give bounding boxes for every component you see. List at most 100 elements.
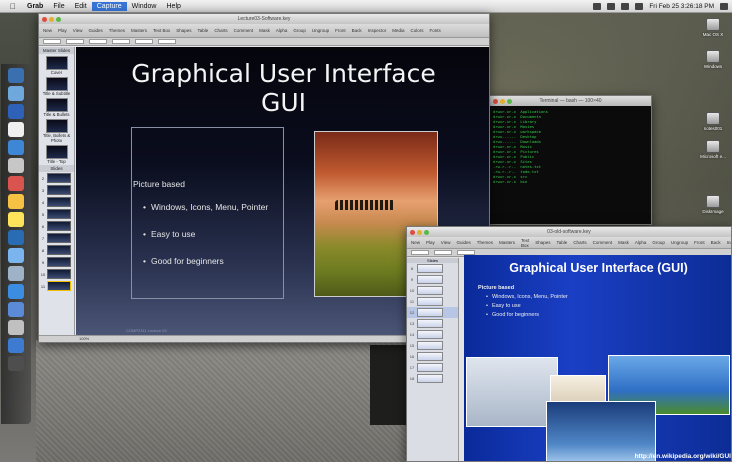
- dock-app-icon[interactable]: [8, 194, 24, 209]
- toolbar-button[interactable]: Mask: [259, 28, 270, 33]
- font-select[interactable]: [411, 250, 429, 255]
- dock-app-icon[interactable]: [8, 338, 24, 353]
- slide-title[interactable]: Graphical User Interface GUI: [96, 59, 471, 117]
- slide-thumbnail[interactable]: 9: [407, 274, 458, 285]
- dock-app-icon[interactable]: [8, 284, 24, 299]
- menubar-clock[interactable]: Fri Feb 25 3:26:18 PM: [649, 3, 714, 10]
- toolbar-button[interactable]: View: [73, 28, 83, 33]
- menu-grab[interactable]: Grab: [22, 3, 48, 10]
- slide-body-text[interactable]: Picture based Windows, Icons, Menu, Poin…: [133, 179, 268, 283]
- slide-thumbnail[interactable]: 15: [407, 340, 458, 351]
- desktop-icon-notes[interactable]: notes001: [694, 112, 732, 131]
- slide-thumbnail[interactable]: 3: [39, 184, 74, 196]
- toolbar-button[interactable]: Play: [58, 28, 67, 33]
- toolbar-button[interactable]: Alpha: [276, 28, 288, 33]
- style-select[interactable]: [89, 39, 107, 44]
- dock-app-icon[interactable]: [8, 86, 24, 101]
- close-icon[interactable]: [42, 16, 47, 22]
- dock-app-icon[interactable]: [8, 122, 24, 137]
- dock-app-icon[interactable]: [8, 140, 24, 155]
- toolbar-button[interactable]: Charts: [573, 240, 586, 245]
- slide-thumbnail[interactable]: 10: [39, 268, 74, 280]
- keynote-window-2[interactable]: 03-old-software.key New Play View Guides The…: [406, 226, 732, 462]
- toolbar-button[interactable]: Shapes: [176, 28, 191, 33]
- keynote2-titlebar[interactable]: 03-old-software.key: [407, 227, 731, 237]
- desktop-icon-macosx[interactable]: Mac OS X: [694, 18, 732, 37]
- slide-thumbnail[interactable]: 17: [407, 362, 458, 373]
- toolbar-button[interactable]: Table: [557, 240, 568, 245]
- toolbar-button[interactable]: Comment: [593, 240, 613, 245]
- apple-menu-icon[interactable]: : [10, 2, 16, 11]
- slide-thumbnail[interactable]: 9: [39, 256, 74, 268]
- zoom-icon[interactable]: [424, 229, 429, 235]
- align-select[interactable]: [112, 39, 130, 44]
- master-slide-thumbnail[interactable]: [45, 145, 68, 159]
- zoom-icon[interactable]: [56, 16, 61, 22]
- minimize-icon[interactable]: [49, 16, 54, 22]
- dock-app-icon[interactable]: [8, 230, 24, 245]
- slide-thumbnail[interactable]: 6: [39, 220, 74, 232]
- spotlight-icon[interactable]: [720, 3, 728, 10]
- slide-canvas-2[interactable]: Graphical User Interface (GUI) Picture b…: [464, 255, 731, 461]
- slide-thumbnail[interactable]: 16: [407, 351, 458, 362]
- toolbar-button[interactable]: Shapes: [535, 240, 550, 245]
- bluetooth-icon[interactable]: [593, 3, 602, 10]
- toolbar-button[interactable]: Back: [352, 28, 362, 33]
- toolbar-button[interactable]: New: [43, 28, 52, 33]
- keynote-titlebar[interactable]: Lecture03-Software.key: [39, 14, 489, 24]
- slide-thumbnail[interactable]: 8: [39, 244, 74, 256]
- size-select[interactable]: [66, 39, 84, 44]
- slide-thumbnail[interactable]: 14: [407, 329, 458, 340]
- toolbar-button[interactable]: Themes: [109, 28, 125, 33]
- minimize-icon[interactable]: [417, 229, 422, 235]
- toolbar-button[interactable]: Ungroup: [671, 240, 688, 245]
- toolbar-button[interactable]: Colors: [410, 28, 423, 33]
- toolbar-button[interactable]: Inspector: [727, 240, 731, 245]
- dock-app-icon[interactable]: [8, 176, 24, 191]
- wifi-icon[interactable]: [607, 3, 616, 10]
- dock-app-icon[interactable]: [8, 266, 24, 281]
- toolbar-button[interactable]: Group: [652, 240, 665, 245]
- toolbar-button[interactable]: Front: [694, 240, 705, 245]
- master-slide-thumbnail[interactable]: [45, 98, 68, 112]
- slide2-body-text[interactable]: Picture based Windows, Icons, Menu, Poin…: [478, 285, 568, 321]
- minimize-icon[interactable]: [500, 98, 505, 104]
- dock-app-icon[interactable]: [8, 68, 24, 83]
- toolbar-button[interactable]: Front: [335, 28, 346, 33]
- menu-capture[interactable]: Capture: [91, 1, 127, 11]
- close-icon[interactable]: [493, 98, 498, 104]
- toolbar-button[interactable]: Media: [392, 28, 404, 33]
- source-url[interactable]: http://en.wikipedia.org/wiki/GUI: [635, 453, 731, 460]
- slide-thumbnail[interactable]: 10: [407, 285, 458, 296]
- slide-thumbnail[interactable]: 18: [407, 373, 458, 384]
- desktop-icon-diskimage[interactable]: DiskImage: [694, 195, 732, 214]
- zoom-icon[interactable]: [507, 98, 512, 104]
- toolbar-button[interactable]: Back: [711, 240, 721, 245]
- slide-thumbnail[interactable]: 2: [39, 172, 74, 184]
- menu-file[interactable]: File: [48, 3, 69, 10]
- terminal-output[interactable]: drwxr-xr-x Applications drwxr-xr-x Docume…: [490, 106, 651, 187]
- desktop-icon-windows[interactable]: Windows: [694, 50, 732, 69]
- dock-app-icon[interactable]: [8, 158, 24, 173]
- size-select[interactable]: [434, 250, 452, 255]
- toolbar-button[interactable]: New: [411, 240, 420, 245]
- terminal-window[interactable]: Terminal — bash — 100×40 drwxr-xr-x Appl…: [489, 95, 652, 225]
- terminal-titlebar[interactable]: Terminal — bash — 100×40: [490, 96, 651, 106]
- slide-thumbnail[interactable]: 5: [39, 208, 74, 220]
- slide-thumbnail[interactable]: 7: [39, 232, 74, 244]
- toolbar-button[interactable]: Masters: [499, 240, 515, 245]
- close-icon[interactable]: [410, 229, 415, 235]
- menu-window[interactable]: Window: [127, 3, 162, 10]
- battery-icon[interactable]: [635, 3, 644, 10]
- dock-app-icon[interactable]: [8, 248, 24, 263]
- toolbar-button[interactable]: Fonts: [429, 28, 440, 33]
- opacity-select[interactable]: [158, 39, 176, 44]
- dock-app-icon[interactable]: [8, 104, 24, 119]
- toolbar-button[interactable]: Mask: [618, 240, 629, 245]
- toolbar-button[interactable]: Themes: [477, 240, 493, 245]
- toolbar-button[interactable]: Alpha: [635, 240, 647, 245]
- menu-edit[interactable]: Edit: [70, 3, 92, 10]
- desktop-icon-microsoft[interactable]: Microsoft e...: [694, 140, 732, 159]
- dock-app-icon[interactable]: [8, 320, 24, 335]
- master-slide-thumbnail[interactable]: [45, 56, 68, 70]
